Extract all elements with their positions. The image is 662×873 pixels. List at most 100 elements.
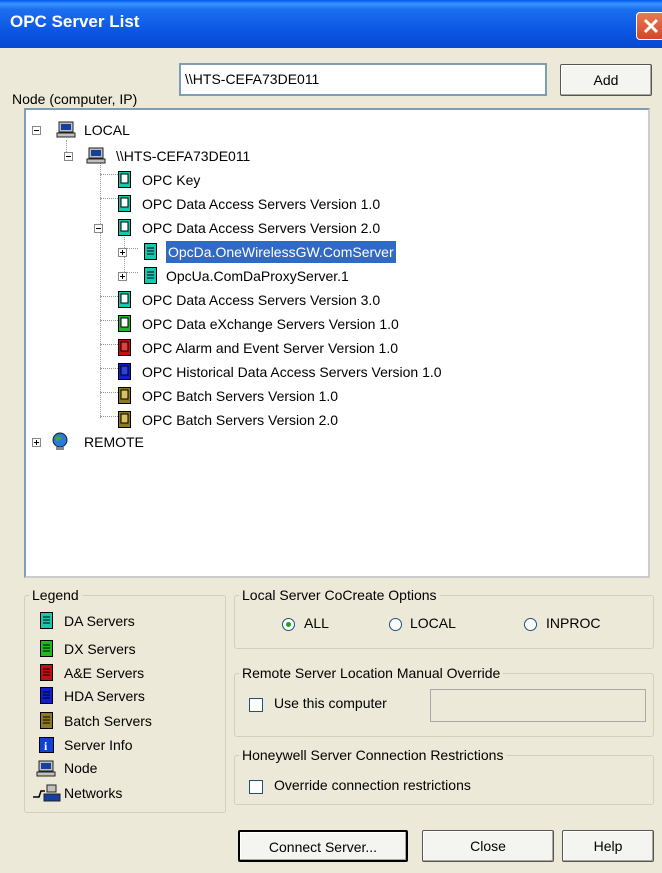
tree-item-label: OPC Data Access Servers Version 2.0 (142, 220, 381, 236)
tree-item-dx-v1[interactable]: OPC Data eXchange Servers Version 1.0 (118, 313, 518, 335)
radio-inproc-label: INPROC (546, 615, 601, 631)
window-title: OPC Server List (10, 12, 140, 31)
da-server-icon (40, 612, 53, 629)
radio-local[interactable] (389, 618, 402, 631)
tree-connector (100, 392, 118, 393)
override-restrictions-label: Override connection restrictions (274, 777, 471, 793)
local-options-title: Local Server CoCreate Options (242, 587, 437, 603)
server-tree[interactable]: LOCAL \\HTS-CEFA73DE011 OPC Key OPC Data… (24, 108, 650, 578)
batch-server-icon (40, 712, 53, 729)
tree-item-da-v1[interactable]: OPC Data Access Servers Version 1.0 (118, 193, 518, 215)
tree-connector (100, 320, 118, 321)
collapse-icon[interactable] (64, 152, 73, 161)
node-label: Node (computer, IP) (12, 91, 138, 107)
hda-server-icon (118, 363, 131, 380)
radio-inproc[interactable] (524, 618, 537, 631)
remote-override-title: Remote Server Location Manual Override (242, 665, 501, 681)
tree-connector (100, 162, 101, 418)
legend-label: Networks (64, 785, 123, 801)
close-icon[interactable] (636, 12, 662, 40)
collapse-icon[interactable] (94, 224, 103, 233)
tree-item-batch-v2[interactable]: OPC Batch Servers Version 2.0 (118, 409, 518, 431)
tree-item-label: OPC Batch Servers Version 1.0 (142, 388, 339, 404)
tree-node-local[interactable]: LOCAL (32, 119, 232, 141)
tree-connector (100, 198, 118, 199)
network-globe-icon (52, 432, 68, 450)
legend-label: DX Servers (64, 641, 136, 657)
legend-label: Batch Servers (64, 713, 152, 729)
tree-item-comdaproxy[interactable]: OpcUa.ComDaProxyServer.1 (118, 265, 538, 287)
da-server-icon (118, 291, 131, 308)
tree-item-label: OPC Data Access Servers Version 3.0 (142, 292, 381, 308)
tree-item-label: OPC Key (142, 172, 201, 188)
legend-label: HDA Servers (64, 688, 145, 704)
radio-all-label: ALL (304, 615, 329, 631)
tree-connector (100, 296, 118, 297)
close-button[interactable]: Close (422, 830, 554, 862)
tree-item-label: OpcUa.ComDaProxyServer.1 (166, 268, 349, 284)
tree-node-remote[interactable]: REMOTE (32, 431, 232, 453)
tree-item-label: OPC Historical Data Access Servers Versi… (142, 364, 442, 380)
node-input[interactable]: \\HTS-CEFA73DE011 (179, 63, 547, 96)
computer-icon (86, 147, 106, 164)
da-server-icon (118, 195, 131, 212)
help-button[interactable]: Help (562, 830, 654, 862)
tree-item-opc-key[interactable]: OPC Key (118, 169, 518, 191)
ae-server-icon (40, 664, 53, 681)
ae-server-icon (118, 339, 131, 356)
legend-label: Server Info (64, 737, 133, 753)
tree-item-label: OPC Data eXchange Servers Version 1.0 (142, 316, 399, 332)
batch-server-icon (118, 387, 131, 404)
use-this-computer-label: Use this computer (274, 695, 387, 711)
da-server-icon (144, 267, 157, 284)
tree-connector (100, 416, 118, 417)
legend-label: DA Servers (64, 613, 135, 629)
connect-server-button[interactable]: Connect Server... (238, 830, 408, 862)
computer-icon (36, 760, 56, 777)
tree-item-da-v3[interactable]: OPC Data Access Servers Version 3.0 (118, 289, 518, 311)
restrictions-group: Honeywell Server Connection Restrictions (234, 747, 654, 805)
tree-item-batch-v1[interactable]: OPC Batch Servers Version 1.0 (118, 385, 518, 407)
tree-item-onewireless[interactable]: OpcDa.OneWirelessGW.ComServer (118, 241, 538, 263)
legend-label: Node (64, 760, 98, 776)
server-info-icon (118, 171, 131, 188)
use-this-computer-checkbox[interactable] (249, 698, 263, 712)
title-bar[interactable]: OPC Server List (0, 0, 662, 48)
expand-icon[interactable] (118, 248, 127, 257)
dx-server-icon (118, 315, 131, 332)
override-location-field[interactable] (430, 689, 646, 722)
radio-all[interactable] (282, 618, 295, 631)
tree-item-label: OPC Batch Servers Version 2.0 (142, 412, 339, 428)
batch-server-icon (118, 411, 131, 428)
tree-item-da-v2[interactable]: OPC Data Access Servers Version 2.0 (94, 217, 514, 239)
legend-title: Legend (32, 587, 79, 603)
tree-item-label: OPC Alarm and Event Server Version 1.0 (142, 340, 399, 356)
opc-server-list-window: OPC Server List Node (computer, IP) \\HT… (0, 0, 662, 873)
tree-connector (100, 174, 118, 175)
tree-item-hda-v1[interactable]: OPC Historical Data Access Servers Versi… (118, 361, 538, 383)
tree-node-host[interactable]: \\HTS-CEFA73DE011 (64, 145, 324, 167)
add-button[interactable]: Add (560, 64, 652, 96)
tree-label-local: LOCAL (84, 122, 130, 138)
tree-label-host: \\HTS-CEFA73DE011 (116, 148, 251, 164)
da-server-icon (144, 243, 157, 260)
tree-connector (100, 368, 118, 369)
restrictions-title: Honeywell Server Connection Restrictions (242, 747, 504, 763)
collapse-icon[interactable] (32, 126, 41, 135)
info-icon: i (39, 737, 54, 753)
legend-label: A&E Servers (64, 665, 145, 681)
tree-item-label-selected: OpcDa.OneWirelessGW.ComServer (166, 241, 396, 263)
expand-icon[interactable] (32, 438, 41, 447)
expand-icon[interactable] (118, 272, 127, 281)
network-icon (33, 784, 61, 802)
da-server-icon (118, 219, 131, 236)
dx-server-icon (40, 640, 53, 657)
override-restrictions-checkbox[interactable] (249, 780, 263, 794)
tree-item-label: OPC Data Access Servers Version 1.0 (142, 196, 381, 212)
radio-local-label: LOCAL (410, 615, 456, 631)
tree-connector (100, 344, 118, 345)
tree-label-remote: REMOTE (84, 434, 144, 450)
computer-icon (56, 121, 76, 138)
hda-server-icon (40, 687, 53, 704)
tree-item-ae-v1[interactable]: OPC Alarm and Event Server Version 1.0 (118, 337, 518, 359)
